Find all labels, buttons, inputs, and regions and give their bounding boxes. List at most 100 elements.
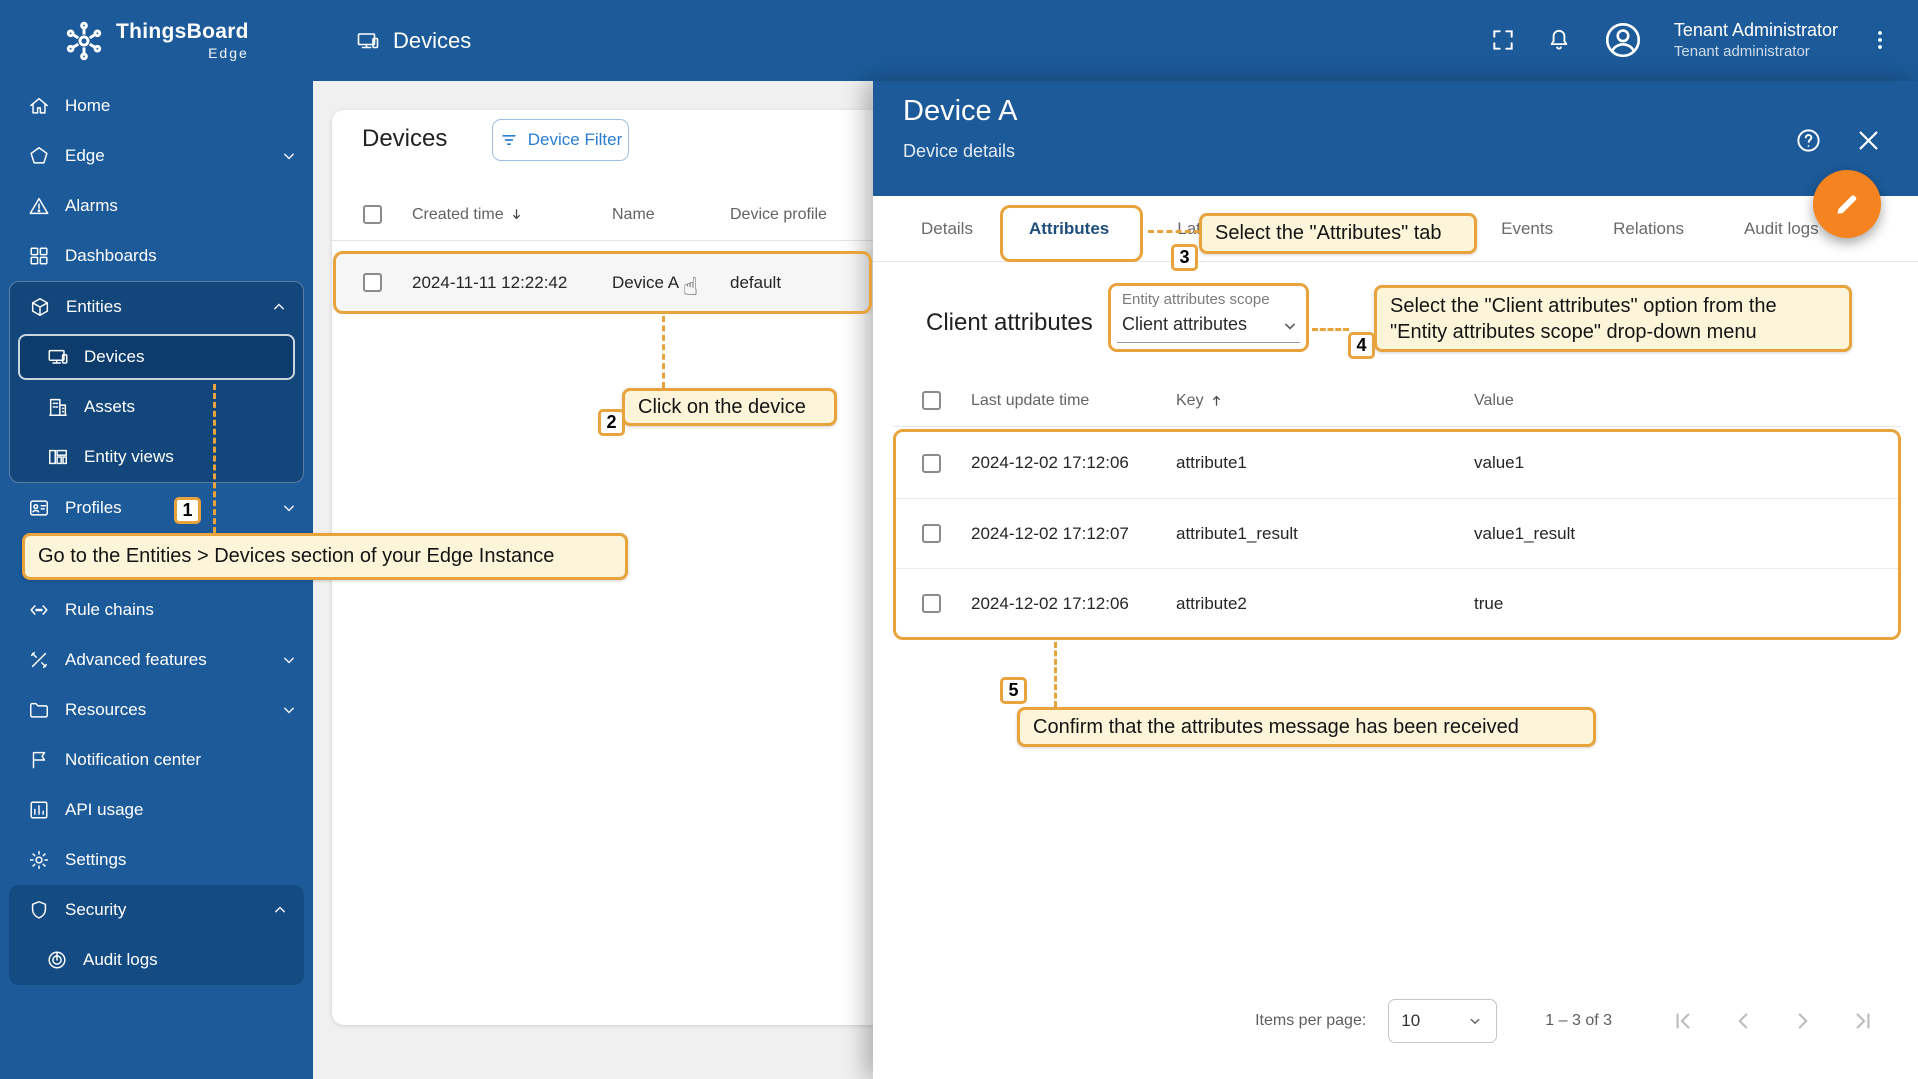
profiles-icon — [30, 500, 48, 516]
sidebar-item-dashboards[interactable]: Dashboards — [0, 231, 313, 281]
filter-icon — [502, 135, 516, 145]
topbar-actions: Tenant Administrator Tenant administrato… — [1490, 19, 1892, 62]
chart-icon — [30, 801, 48, 819]
device-filter-button[interactable]: Device Filter — [492, 119, 629, 161]
notifications-bell-icon[interactable] — [1546, 27, 1572, 53]
key-column-header[interactable]: Key — [1176, 392, 1474, 410]
items-per-page-value: 10 — [1401, 1011, 1421, 1030]
attribute-row[interactable]: 2024-12-02 17:12:07 attribute1_result va… — [893, 498, 1901, 568]
avatar[interactable] — [1602, 19, 1644, 61]
attributes-table-header: Last update time Key Value — [893, 375, 1901, 427]
dashboards-icon — [30, 247, 48, 265]
sidebar-item-security[interactable]: Security — [9, 885, 304, 935]
row-checkbox[interactable] — [363, 273, 382, 292]
close-icon[interactable] — [1855, 127, 1882, 154]
pagination-bar: Items per page: 10 1 – 3 of 3 — [873, 986, 1918, 1056]
tab-details[interactable]: Details — [893, 196, 1001, 261]
device-row[interactable]: 2024-11-11 12:22:42 Device A default — [332, 251, 873, 314]
device-name: Device A — [612, 272, 680, 292]
tab-relations[interactable]: Relations — [1583, 196, 1714, 261]
attribute-value: true — [1474, 593, 1504, 613]
devices-heading: Devices — [362, 125, 448, 152]
created-time-column-header[interactable]: Created time — [412, 206, 612, 224]
row-checkbox[interactable] — [922, 453, 941, 473]
last-page-button[interactable] — [1850, 1008, 1876, 1034]
sidebar-item-label: Settings — [65, 850, 127, 869]
user-info[interactable]: Tenant Administrator Tenant administrato… — [1674, 19, 1838, 62]
device-profile-column-header[interactable]: Device profile — [730, 206, 873, 224]
annotation-step5-text: Confirm that the attributes message has … — [1017, 707, 1596, 747]
select-all-checkbox[interactable] — [922, 391, 941, 410]
brand-name: ThingsBoard — [116, 20, 249, 43]
row-checkbox[interactable] — [922, 524, 941, 543]
topbar: Devices Tenant Administrator Tenant admi… — [313, 0, 1918, 81]
sidebar-item-notification-center[interactable]: Notification center — [0, 735, 313, 785]
annotation-step-number: 2 — [598, 409, 625, 436]
select-all-checkbox[interactable] — [363, 205, 382, 224]
tab-events[interactable]: Events — [1471, 196, 1583, 261]
sidebar-item-resources[interactable]: Resources — [0, 685, 313, 735]
sidebar-item-audit-logs[interactable]: Audit logs — [9, 935, 304, 985]
sidebar-item-label: Security — [65, 900, 127, 919]
help-icon[interactable] — [1795, 127, 1822, 154]
sidebar-item-label: Home — [65, 96, 111, 115]
rule-chains-icon — [30, 605, 48, 615]
entities-nav-group: Entities Devices Assets Entity views — [9, 281, 304, 483]
value-column-header[interactable]: Value — [1474, 392, 1901, 410]
folder-icon — [30, 702, 48, 718]
brand-logo[interactable]: ThingsBoard Edge — [0, 0, 313, 81]
attribute-time: 2024-12-02 17:12:06 — [971, 593, 1129, 613]
entity-attributes-scope-select[interactable]: Entity attributes scope Client attribute… — [1108, 283, 1309, 352]
entities-icon — [31, 298, 49, 316]
device-details-header: Device A Device details — [873, 81, 1918, 196]
edit-fab-button[interactable] — [1813, 170, 1881, 238]
user-name: Tenant Administrator — [1673, 20, 1838, 41]
device-filter-label: Device Filter — [527, 130, 623, 149]
sidebar-item-assets[interactable]: Assets — [10, 382, 303, 432]
sidebar-item-entities[interactable]: Entities — [10, 282, 303, 332]
sidebar-item-edge[interactable]: Edge — [0, 131, 313, 181]
sidebar-item-advanced-features[interactable]: Advanced features — [0, 635, 313, 685]
sidebar-item-settings[interactable]: Settings — [0, 835, 313, 885]
sidebar-item-rule-chains[interactable]: Rule chains — [0, 585, 313, 635]
chevron-up-icon — [275, 906, 285, 913]
last-update-column-header[interactable]: Last update time — [971, 392, 1176, 410]
entity-views-icon — [49, 449, 67, 465]
scope-value: Client attributes — [1122, 314, 1248, 334]
sidebar-item-api-usage[interactable]: API usage — [0, 785, 313, 835]
next-page-button[interactable] — [1790, 1008, 1816, 1034]
brand-text: ThingsBoard Edge — [116, 20, 249, 61]
annotation-step4-text: Select the "Client attributes" option fr… — [1374, 285, 1852, 352]
annotation-step1-text: Go to the Entities > Devices section of … — [22, 533, 628, 580]
fullscreen-icon[interactable] — [1490, 27, 1516, 53]
security-nav-group: Security Audit logs — [9, 885, 304, 985]
tab-attributes[interactable]: Attributes — [1001, 196, 1137, 261]
previous-page-button[interactable] — [1730, 1008, 1756, 1034]
device-created-time: 2024-11-11 12:22:42 — [412, 272, 568, 292]
row-checkbox[interactable] — [922, 594, 941, 613]
sidebar-item-label: Resources — [65, 700, 147, 719]
sidebar-item-entity-views[interactable]: Entity views — [10, 432, 303, 482]
sidebar-item-label: Devices — [84, 347, 145, 366]
shield-icon — [31, 901, 47, 919]
flag-icon — [32, 751, 46, 769]
name-column-header[interactable]: Name — [612, 206, 730, 224]
annotation-step-number: 1 — [174, 497, 201, 524]
annotation-step-number: 5 — [1000, 677, 1027, 704]
sidebar-item-label: Audit logs — [83, 950, 158, 969]
gear-icon — [29, 850, 49, 870]
sidebar-item-home[interactable]: Home — [0, 81, 313, 131]
page-title: Devices — [393, 27, 472, 53]
items-per-page-select[interactable]: 10 — [1388, 999, 1498, 1043]
attribute-time: 2024-12-02 17:12:06 — [971, 453, 1129, 472]
attribute-row[interactable]: 2024-12-02 17:12:06 attribute2 true — [893, 568, 1901, 638]
first-page-button[interactable] — [1670, 1008, 1696, 1034]
annotation-step-number: 3 — [1171, 244, 1198, 271]
dropdown-caret-icon — [1470, 1018, 1480, 1025]
devices-title-icon — [357, 32, 379, 48]
sidebar-item-devices[interactable]: Devices — [18, 334, 295, 380]
sidebar-item-alarms[interactable]: Alarms — [0, 181, 313, 231]
sidebar-item-profiles[interactable]: Profiles — [0, 483, 313, 533]
kebab-menu-icon[interactable] — [1868, 28, 1892, 52]
attribute-row[interactable]: 2024-12-02 17:12:06 attribute1 value1 — [893, 428, 1901, 498]
